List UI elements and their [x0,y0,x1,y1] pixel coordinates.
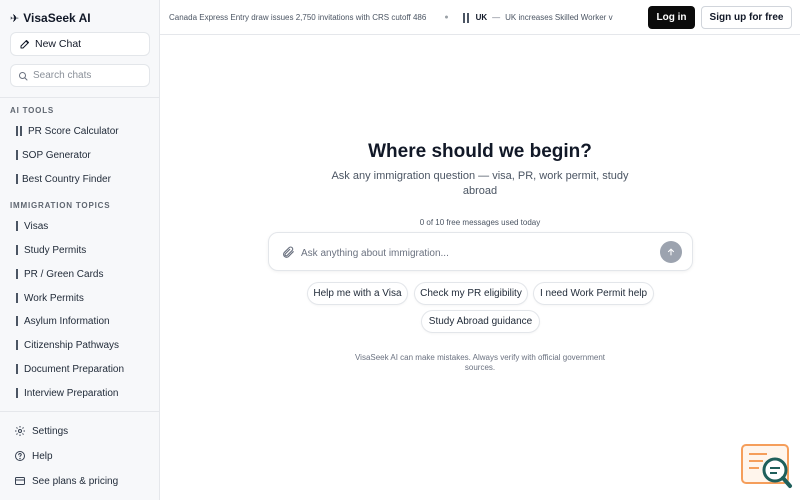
bar-icon [16,150,18,160]
new-chat-button[interactable]: New Chat [10,32,150,56]
sidebar-item-label: Document Preparation [24,363,125,375]
suggestion-study-abroad[interactable]: Study Abroad guidance [421,310,540,333]
page-subtitle: Ask any immigration question — visa, PR,… [331,170,629,197]
sidebar-item-pr-score-calculator[interactable]: PR Score Calculator [10,121,150,141]
bar-icon [16,293,18,303]
suggestion-pr-eligibility[interactable]: Check my PR eligibility [414,282,528,305]
airplane-icon: ✈ [10,12,20,25]
sidebar-item-visas[interactable]: Visas [10,216,150,236]
chat-input[interactable] [301,245,641,261]
sidebar-item-asylum-information[interactable]: Asylum Information [10,311,150,331]
sidebar-item-label: PR Score Calculator [28,125,119,137]
sidebar-item-sop-generator[interactable]: SOP Generator [10,145,150,165]
top-bar: Canada Express Entry draw issues 2,750 i… [160,0,800,35]
ticker-item-text: UK increases Skilled Worker v [505,13,613,22]
flag-icon [462,12,471,23]
sidebar-item-label: Visas [24,220,49,232]
signup-button[interactable]: Sign up for free [701,6,792,29]
chat-composer [268,232,693,271]
sidebar-divider [0,411,160,412]
bar-icon [16,388,18,398]
help-label: Help [32,450,53,462]
disclaimer-text: VisaSeek AI can make mistakes. Always ve… [354,353,606,372]
flag-icon [16,125,24,137]
sidebar-help[interactable]: Help [10,446,150,466]
page-title: Where should we begin? [368,141,592,162]
sidebar-item-label: Interview Preparation [24,387,119,399]
suggestion-work-permit-help[interactable]: I need Work Permit help [533,282,654,305]
bar-icon [16,269,18,279]
bar-icon [16,340,18,350]
chat-search-icon [741,444,792,488]
bar-icon [16,174,18,184]
search-input[interactable] [33,70,143,81]
sidebar: ✈ VisaSeek AI New Chat AI TOOLS PR Score… [0,0,160,500]
suggestion-visa-help[interactable]: Help me with a Visa [307,282,408,305]
sidebar-item-best-country-finder[interactable]: Best Country Finder [10,169,150,189]
brand-name: VisaSeek AI [23,11,91,25]
gear-icon [15,426,25,436]
login-button[interactable]: Log in [648,6,695,29]
sidebar-item-study-permits[interactable]: Study Permits [10,240,150,260]
paperclip-icon[interactable] [281,245,295,259]
sidebar-plans-pricing[interactable]: See plans & pricing [10,471,150,491]
brand-logo[interactable]: ✈ VisaSeek AI [10,10,91,26]
sidebar-item-label: Study Permits [24,244,87,256]
immigration-topics-label: IMMIGRATION TOPICS [10,201,111,210]
news-ticker[interactable]: Canada Express Entry draw issues 2,750 i… [169,0,645,35]
sidebar-item-interview-preparation[interactable]: Interview Preparation [10,383,150,403]
bar-icon [16,316,18,326]
card-icon [15,477,25,485]
ticker-separator: ● [444,14,449,21]
ticker-dash: — [492,13,501,22]
sidebar-item-work-permits[interactable]: Work Permits [10,288,150,308]
support-chat-widget[interactable] [741,444,793,490]
send-button[interactable] [660,241,682,263]
plans-pricing-label: See plans & pricing [32,475,119,487]
arrow-up-icon [667,248,675,256]
bar-icon [16,221,18,231]
bar-icon [16,364,18,374]
sidebar-settings[interactable]: Settings [10,421,150,441]
new-chat-label: New Chat [35,38,82,50]
sidebar-item-label: PR / Green Cards [24,268,104,280]
help-icon [15,451,25,461]
pencil-icon [20,40,29,49]
sidebar-item-document-preparation[interactable]: Document Preparation [10,359,150,379]
ticker-country: UK [475,13,488,22]
sidebar-item-pr-green-cards[interactable]: PR / Green Cards [10,264,150,284]
bar-icon [16,245,18,255]
search-box[interactable] [10,64,150,87]
sidebar-item-label: Work Permits [24,292,84,304]
sidebar-item-label: Best Country Finder [22,173,111,185]
usage-counter: 0 of 10 free messages used today [419,218,541,227]
sidebar-item-label: Citizenship Pathways [24,339,120,351]
ai-tools-label: AI TOOLS [10,106,55,115]
sidebar-item-citizenship-pathways[interactable]: Citizenship Pathways [10,335,150,355]
settings-label: Settings [32,425,69,437]
sidebar-item-label: Asylum Information [24,315,110,327]
sidebar-divider [0,97,160,98]
sidebar-item-label: SOP Generator [22,149,91,161]
search-icon [19,71,28,80]
ticker-item-text: Canada Express Entry draw issues 2,750 i… [169,13,427,22]
